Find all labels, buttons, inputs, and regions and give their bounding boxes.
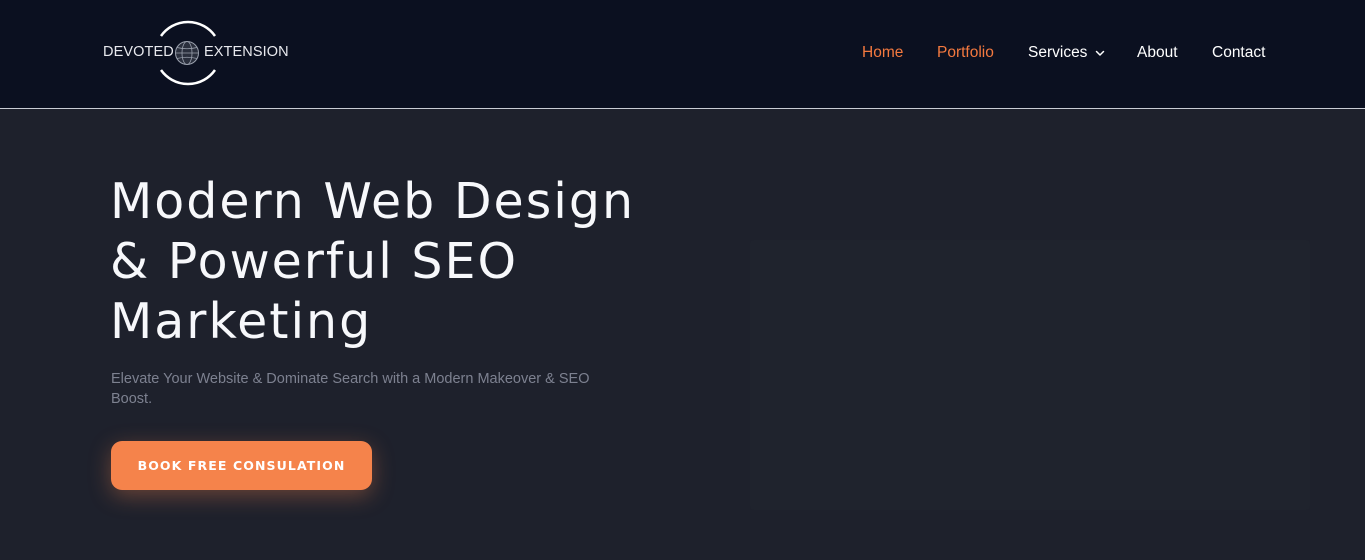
book-consultation-label: BOOK FREE CONSULATION [137, 458, 346, 473]
hero-title: Modern Web Design & Powerful SEO Marketi… [110, 173, 636, 350]
nav-item-about[interactable]: About [1137, 44, 1178, 62]
main-nav: Home Portfolio Services About Contact [0, 44, 1365, 64]
book-consultation-button[interactable]: BOOK FREE CONSULATION [111, 441, 372, 490]
nav-item-portfolio[interactable]: Portfolio [937, 44, 994, 62]
nav-item-services-label: Services [1028, 44, 1088, 61]
site-header: DEVOTED EXTENSION Home Portfolio Service… [0, 0, 1365, 109]
hero-background-panel [750, 240, 1310, 510]
hero-subtitle: Elevate Your Website & Dominate Search w… [111, 371, 590, 407]
nav-item-services[interactable]: Services [1028, 44, 1087, 62]
nav-item-home[interactable]: Home [862, 44, 903, 62]
chevron-down-icon[interactable] [1094, 47, 1106, 59]
nav-item-contact[interactable]: Contact [1212, 44, 1265, 62]
